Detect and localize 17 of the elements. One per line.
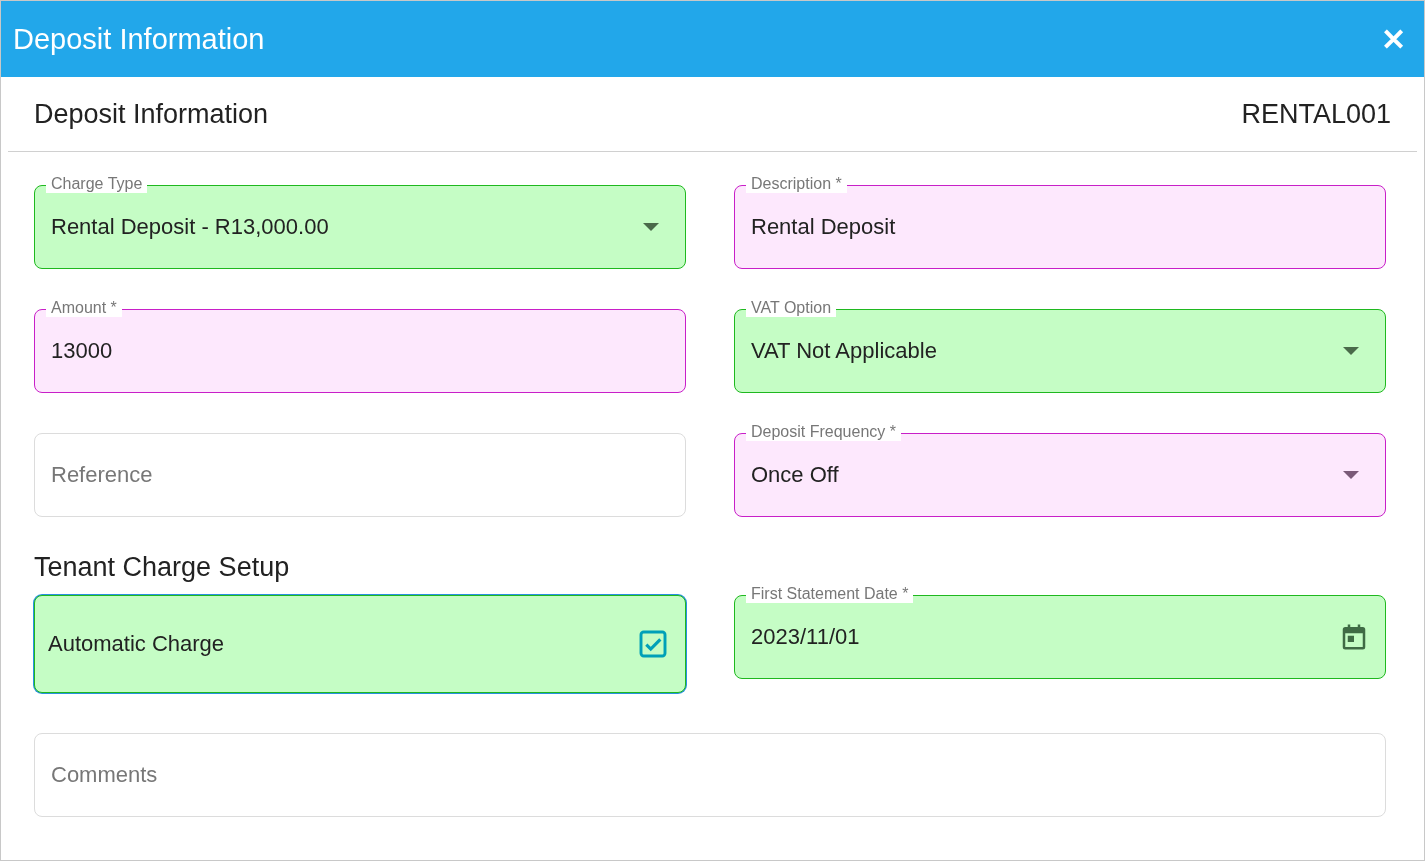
input-field[interactable]: Comments [34, 733, 1386, 817]
window-title: Deposit Information [13, 22, 265, 56]
field-label: Charge Type [46, 175, 148, 193]
section-title: Tenant Charge Setup [34, 551, 290, 583]
caret-icon [1343, 471, 1359, 479]
checkbox-field[interactable]: Automatic Charge [34, 595, 686, 693]
caret-icon [643, 223, 659, 231]
field-label: Description * [746, 175, 847, 193]
input-field[interactable]: Reference [34, 433, 686, 517]
record-code: RENTAL001 [1241, 98, 1391, 130]
field-label: First Statement Date * [746, 585, 914, 603]
checkbox-icon[interactable] [637, 628, 669, 660]
caret-icon [1343, 347, 1359, 355]
section-title: Deposit Information [34, 98, 269, 130]
field-label: VAT Option [746, 299, 837, 317]
field-label: Deposit Frequency * [746, 423, 901, 441]
field-label: Amount * [46, 299, 122, 317]
